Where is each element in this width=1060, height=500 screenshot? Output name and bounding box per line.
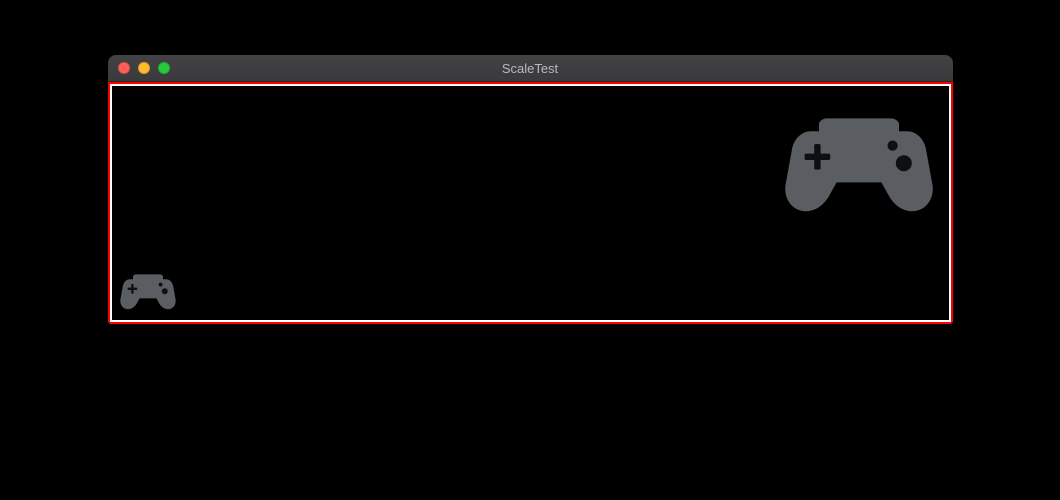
- close-button[interactable]: [118, 62, 130, 74]
- game-controller-icon: [118, 266, 178, 314]
- canvas: [112, 86, 949, 320]
- maximize-button[interactable]: [158, 62, 170, 74]
- traffic-lights: [118, 62, 170, 74]
- game-controller-icon: [779, 96, 939, 224]
- titlebar[interactable]: ScaleTest: [108, 55, 953, 82]
- content-area: [108, 82, 953, 324]
- minimize-button[interactable]: [138, 62, 150, 74]
- app-window: ScaleTest: [108, 55, 953, 324]
- window-title: ScaleTest: [108, 61, 953, 76]
